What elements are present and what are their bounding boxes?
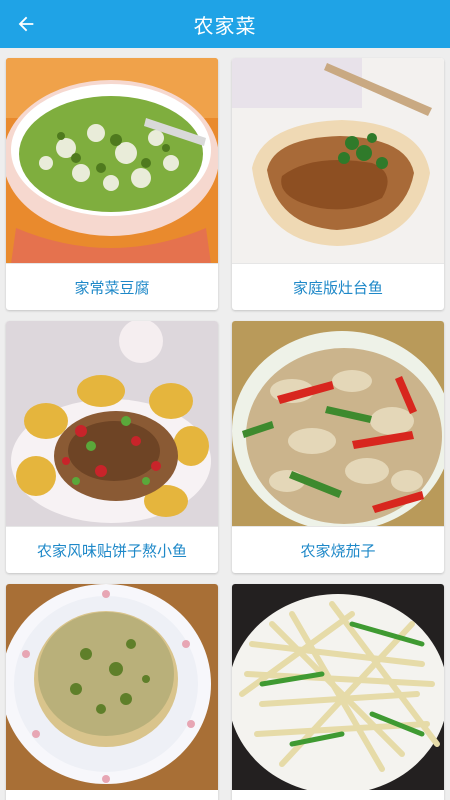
recipe-card[interactable]: 农家烧茄子	[232, 321, 444, 573]
recipe-title: 家常菜豆腐	[6, 263, 218, 310]
recipe-title: 农家风味贴饼子熬小鱼	[6, 526, 218, 573]
recipe-grid: 家常菜豆腐 家庭版灶台鱼 农家风味贴饼子熬小鱼 农家烧茄子	[0, 48, 450, 800]
recipe-card[interactable]: 家庭版灶台鱼	[232, 58, 444, 310]
recipe-card[interactable]: 农家风味贴饼子熬小鱼	[6, 321, 218, 573]
stir-fried-potato-strips-photo	[232, 584, 444, 790]
recipe-card[interactable]	[6, 584, 218, 800]
recipe-card[interactable]: 家常菜豆腐	[6, 58, 218, 310]
fish-with-cornbread-photo	[6, 321, 218, 527]
recipe-title: 农家烧茄子	[232, 526, 444, 573]
braised-eggplant-photo	[232, 321, 444, 527]
braised-fish-photo	[232, 58, 444, 264]
recipe-title: 家庭版灶台鱼	[232, 263, 444, 310]
tofu-soup-photo	[6, 58, 218, 264]
scallion-pancake-photo	[6, 584, 218, 790]
recipe-card[interactable]	[232, 584, 444, 800]
page-title: 农家菜	[193, 13, 257, 38]
app-bar: 农家菜	[0, 0, 450, 48]
